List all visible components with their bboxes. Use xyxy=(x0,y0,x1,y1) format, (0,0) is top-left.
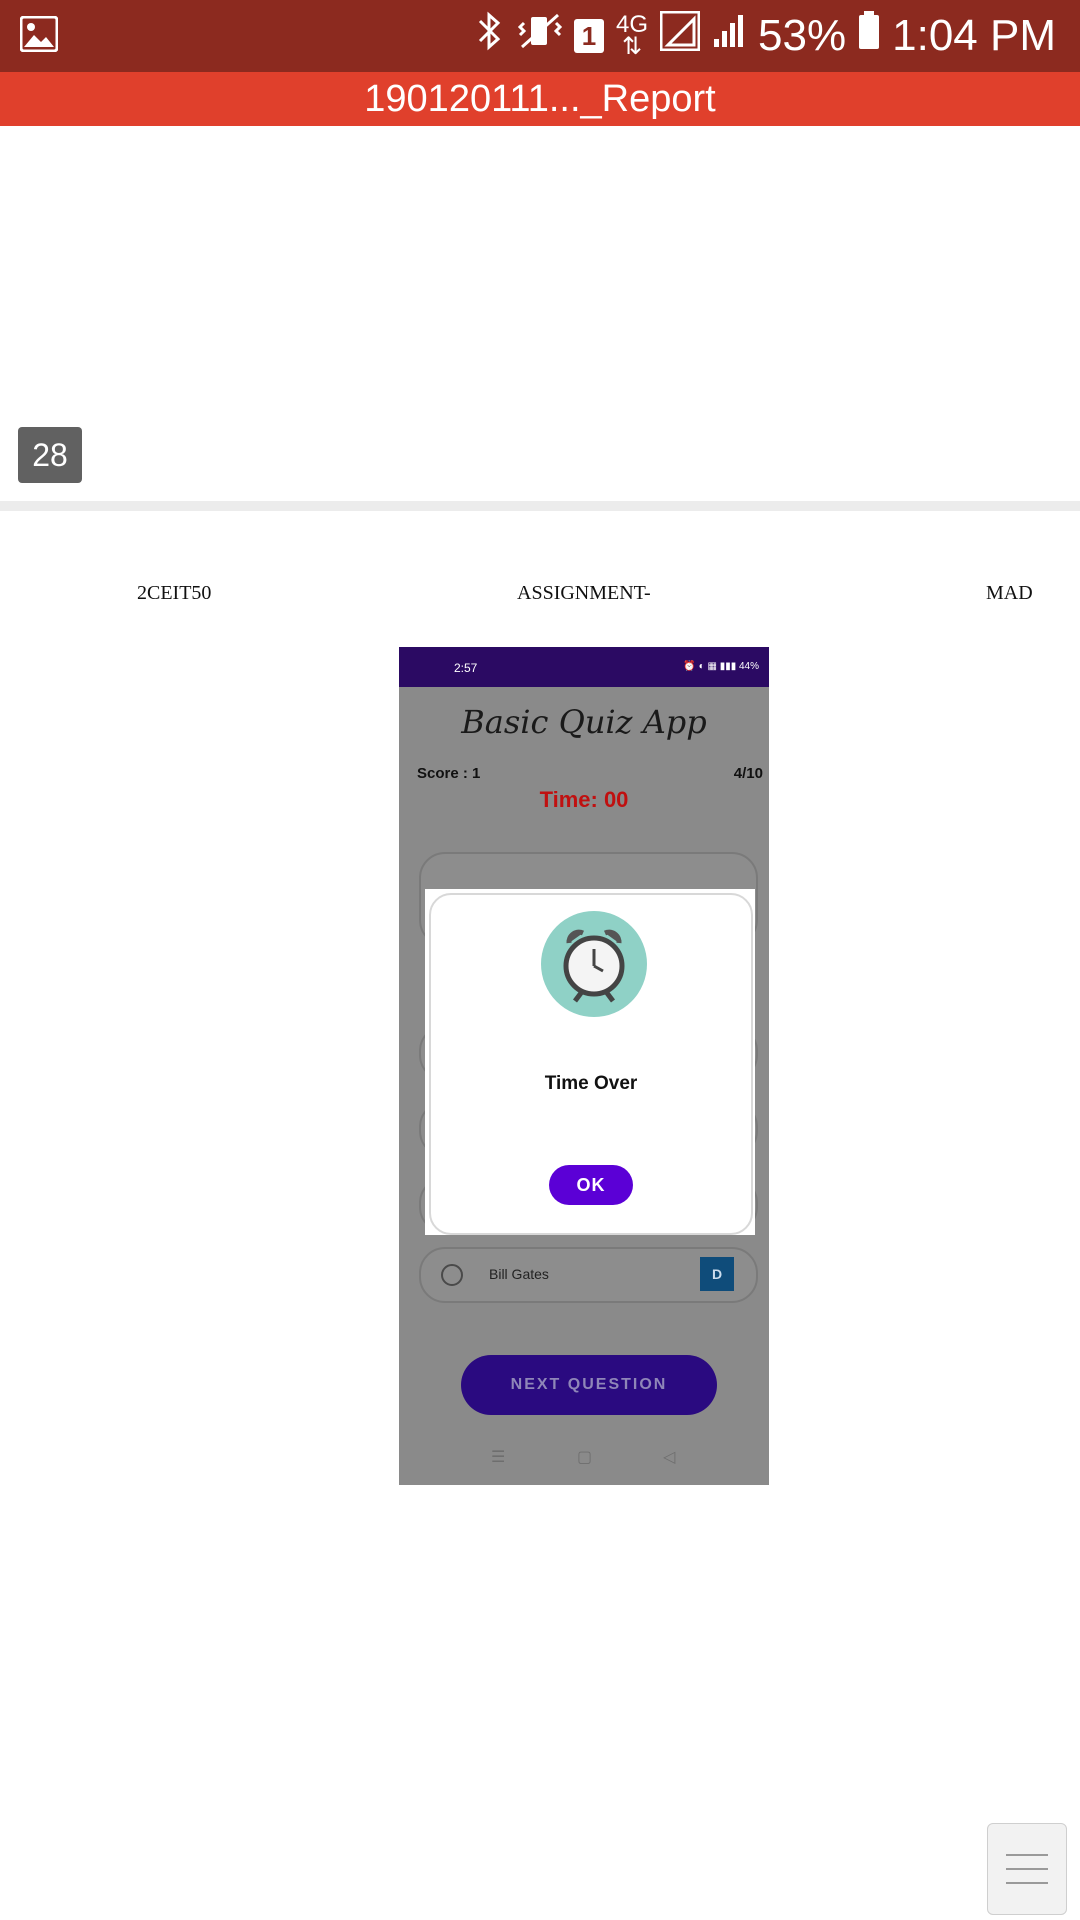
network-indicator: 4G ⇅ xyxy=(616,11,649,60)
ok-button: OK xyxy=(549,1165,633,1205)
page-number-badge: 28 xyxy=(18,427,82,483)
doc-header-left: 2CEIT50 xyxy=(137,582,212,604)
menu-line xyxy=(1006,1882,1048,1884)
status-bar: 1 4G ⇅ 53% 1:04 PM xyxy=(0,0,1080,72)
embedded-status-time: 2:57 xyxy=(454,661,478,675)
battery-icon xyxy=(858,10,880,62)
gallery-icon xyxy=(19,15,59,57)
embedded-status-right: ⏰ ◐ ▦ ▮▮▮ 44% xyxy=(683,661,759,672)
document-title: 190120111..._Report xyxy=(0,72,1080,126)
option-label: Bill Gates xyxy=(489,1266,549,1282)
menu-line xyxy=(1006,1868,1048,1870)
timer-label: Time: 00 xyxy=(539,787,629,812)
score-label: Score : 1 xyxy=(417,765,481,782)
battery-percent: 53% xyxy=(758,11,847,60)
question-progress: 4/10 xyxy=(733,765,763,782)
embedded-nav-bar: ☰ ▢ ◁ xyxy=(399,1447,769,1477)
dialog-message: Time Over xyxy=(544,1073,638,1094)
home-icon: ▢ xyxy=(577,1449,593,1466)
status-time: 1:04 PM xyxy=(892,11,1056,60)
back-icon: ◁ xyxy=(663,1449,676,1466)
page-divider xyxy=(0,501,1080,511)
signal-icon xyxy=(659,10,701,62)
alarm-clock-icon xyxy=(541,911,647,1017)
vibrate-icon xyxy=(517,11,563,62)
time-over-dialog: Time Over OK xyxy=(429,893,753,1235)
next-question-button: NEXT QUESTION xyxy=(461,1355,717,1415)
doc-header-center: ASSIGNMENT- xyxy=(517,582,651,604)
menu-icon: ☰ xyxy=(491,1449,506,1466)
menu-line xyxy=(1006,1854,1048,1856)
option-letter: D xyxy=(700,1257,734,1291)
embedded-status-bar: 2:57 ⏰ ◐ ▦ ▮▮▮ 44% xyxy=(399,647,769,687)
embedded-app-screenshot: 2:57 ⏰ ◐ ▦ ▮▮▮ 44% Basic Quiz App Score … xyxy=(399,647,769,1485)
option-card-d: Bill Gates D xyxy=(419,1247,758,1303)
radio-icon xyxy=(441,1264,463,1286)
signal-icon-2 xyxy=(712,11,746,62)
sim-icon: 1 xyxy=(574,19,605,53)
doc-header-right: MAD xyxy=(986,582,1033,604)
app-title: Basic Quiz App xyxy=(461,703,707,741)
bluetooth-icon xyxy=(474,11,506,62)
page-menu-button[interactable] xyxy=(987,1823,1067,1915)
